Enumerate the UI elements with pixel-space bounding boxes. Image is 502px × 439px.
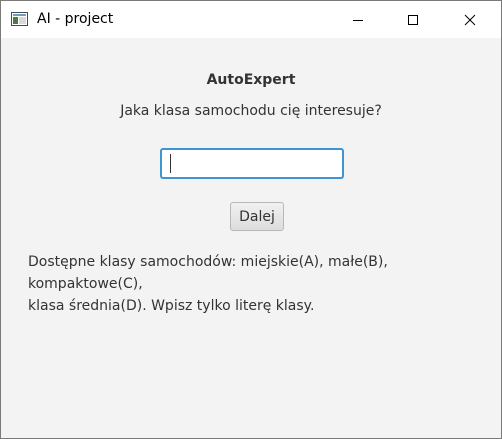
- title-bar[interactable]: AI - project: [1, 1, 501, 38]
- app-window-icon: [11, 12, 28, 26]
- maximize-icon: [408, 14, 418, 25]
- question-label: Jaka klasa samochodu cię interesuje?: [120, 103, 382, 119]
- info-line-1: Dostępne klasy samochodów: miejskie(A), …: [28, 254, 388, 292]
- minimize-icon: [353, 19, 363, 21]
- answer-input[interactable]: [160, 148, 344, 179]
- info-line-2: klasa średnia(D). Wpisz tylko literę kla…: [28, 298, 315, 314]
- maximize-button[interactable]: [390, 1, 436, 38]
- app-window: AI - project AutoExpert Jaka klasa samoc…: [0, 0, 502, 439]
- minimize-button[interactable]: [335, 1, 381, 38]
- app-heading: AutoExpert: [206, 72, 296, 88]
- text-caret: [170, 154, 171, 173]
- close-icon: [464, 14, 476, 25]
- main-panel: AutoExpert Jaka klasa samochodu cię inte…: [1, 38, 501, 438]
- info-text: Dostępne klasy samochodów: miejskie(A), …: [28, 251, 498, 317]
- window-title: AI - project: [37, 11, 114, 27]
- next-button[interactable]: Dalej: [230, 202, 284, 231]
- close-button[interactable]: [447, 1, 493, 38]
